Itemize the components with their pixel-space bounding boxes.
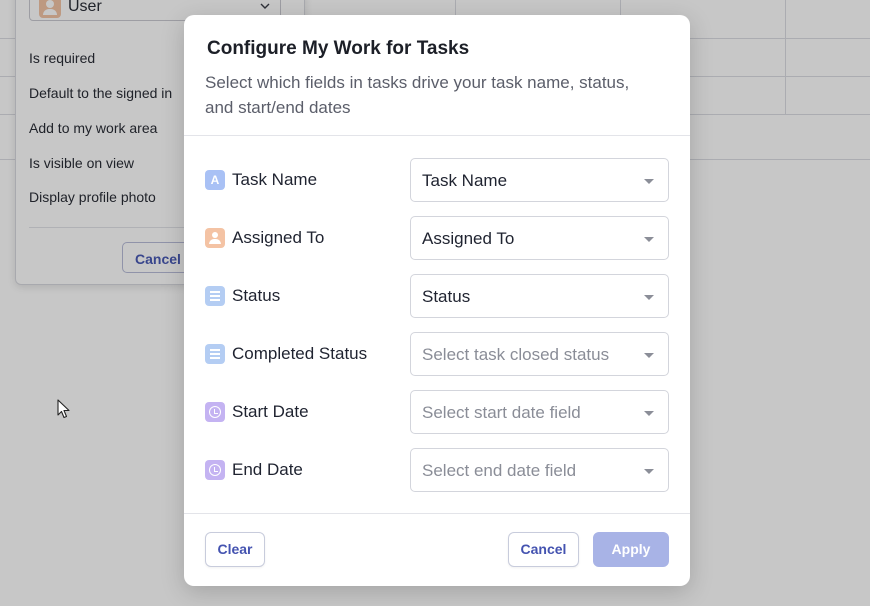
caret-down-icon (644, 411, 654, 416)
caret-down-icon (644, 353, 654, 358)
caret-down-icon (644, 469, 654, 474)
field-label: Start Date (232, 402, 309, 421)
clock-field-icon (205, 402, 225, 422)
field-label: Assigned To (232, 228, 325, 247)
clear-button[interactable]: Clear (205, 532, 265, 567)
assigned-to-select[interactable]: Assigned To (410, 216, 669, 260)
field-row-assigned-to: Assigned To Assigned To (184, 216, 690, 260)
completed-status-select[interactable]: Select task closed status (410, 332, 669, 376)
apply-button[interactable]: Apply (593, 532, 669, 567)
list-field-icon (205, 286, 225, 306)
field-label: Completed Status (232, 344, 368, 363)
select-value: Status (422, 287, 471, 306)
field-label: Task Name (232, 170, 318, 189)
cancel-button[interactable]: Cancel (508, 532, 579, 567)
divider (184, 135, 690, 136)
clock-field-icon (205, 460, 225, 480)
field-row-status: Status Status (184, 274, 690, 318)
field-row-end-date: End Date Select end date field (184, 448, 690, 492)
select-placeholder: Select end date field (422, 461, 577, 480)
select-placeholder: Select start date field (422, 403, 581, 422)
dialog-title: Configure My Work for Tasks (207, 38, 470, 59)
field-label: Status (232, 286, 281, 305)
text-field-icon: A (205, 170, 225, 190)
configure-my-work-dialog: Configure My Work for Tasks Select which… (184, 15, 690, 586)
caret-down-icon (644, 237, 654, 242)
start-date-select[interactable]: Select start date field (410, 390, 669, 434)
select-value: Assigned To (422, 229, 515, 248)
caret-down-icon (644, 295, 654, 300)
list-field-icon (205, 344, 225, 364)
dialog-subtitle: Select which fields in tasks drive your … (205, 73, 630, 117)
field-label: End Date (232, 460, 303, 479)
divider (184, 513, 690, 514)
select-value: Task Name (422, 171, 508, 190)
mouse-cursor-icon (57, 399, 70, 419)
field-row-completed-status: Completed Status Select task closed stat… (184, 332, 690, 376)
field-row-task-name: A Task Name Task Name (184, 158, 690, 202)
task-name-select[interactable]: Task Name (410, 158, 669, 202)
field-row-start-date: Start Date Select start date field (184, 390, 690, 434)
status-select[interactable]: Status (410, 274, 669, 318)
end-date-select[interactable]: Select end date field (410, 448, 669, 492)
select-placeholder: Select task closed status (422, 345, 610, 364)
caret-down-icon (644, 179, 654, 184)
user-field-icon (205, 228, 225, 248)
